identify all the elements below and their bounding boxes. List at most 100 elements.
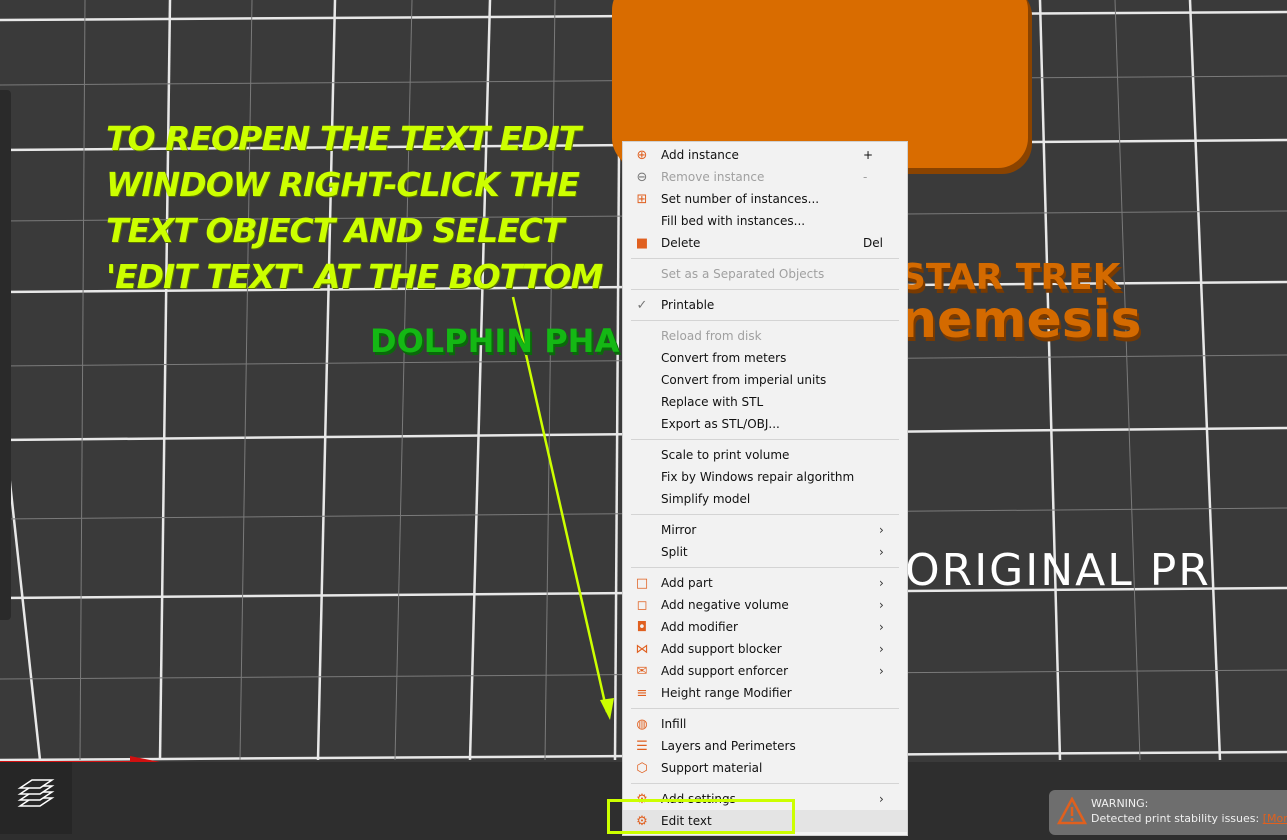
edit-text-highlight-box [607, 799, 795, 834]
menu-item-label: Mirror [661, 523, 697, 537]
menu-item-shortcut: Del [863, 236, 883, 250]
menu-item-label: Export as STL/OBJ... [661, 417, 780, 431]
menu-item-add-negative-volume[interactable]: ◻ Add negative volume › [623, 594, 907, 616]
menu-item-label: Reload from disk [661, 329, 762, 343]
chevron-right-icon: › [879, 620, 884, 634]
menu-item-label: Split [661, 545, 688, 559]
support-enforcer-icon: ✉ [636, 663, 648, 679]
menu-separator [623, 563, 907, 572]
menu-item-simplify-model[interactable]: Simplify model [623, 488, 907, 510]
menu-item-printable[interactable]: ✓ Printable [623, 294, 907, 316]
chevron-right-icon: › [879, 598, 884, 612]
chevron-right-icon: › [879, 523, 884, 537]
menu-item-label: Printable [661, 298, 715, 312]
menu-item-mirror[interactable]: Mirror › [623, 519, 907, 541]
menu-item-infill[interactable]: ◍ Infill [623, 713, 907, 735]
menu-item-label: Simplify model [661, 492, 751, 506]
modifier-icon: ◘ [636, 619, 648, 635]
menu-item-label: Scale to print volume [661, 448, 790, 462]
annotation-text: TO REOPEN THE TEXT EDIT WINDOW RIGHT-CLI… [106, 119, 603, 296]
menu-item-split[interactable]: Split › [623, 541, 907, 563]
warning-more-link[interactable]: [More] [1263, 812, 1287, 825]
warning-message: Detected print stability issues: [1091, 812, 1260, 825]
menu-separator [623, 285, 907, 294]
menu-item-label: Fix by Windows repair algorithm [661, 470, 855, 484]
menu-item-label: Remove instance [661, 170, 765, 184]
menu-item-reload-from-disk: Reload from disk [623, 325, 907, 347]
menu-item-delete[interactable]: ■ Delete Del [623, 232, 907, 254]
menu-item-label: Add support enforcer [661, 664, 789, 678]
menu-item-label: Set number of instances... [661, 192, 820, 206]
support-blocker-icon: ⋈ [635, 641, 649, 657]
menu-item-label: Infill [661, 717, 687, 731]
menu-item-label: Add negative volume [661, 598, 789, 612]
menu-item-add-support-enforcer[interactable]: ✉ Add support enforcer › [623, 660, 907, 682]
context-menu: ⊕ Add instance + ⊖ Remove instance - ⊞ Set numb… [622, 141, 908, 836]
chevron-right-icon: › [879, 642, 884, 656]
menu-item-replace-with-stl[interactable]: Replace with STL [623, 391, 907, 413]
menu-item-label: Fill bed with instances... [661, 214, 806, 228]
menu-item-label: Height range Modifier [661, 686, 792, 700]
menu-item-label: Set as a Separated Objects [661, 267, 825, 281]
layers-icon [17, 779, 55, 807]
chevron-right-icon: › [879, 792, 884, 806]
infill-icon: ◍ [636, 716, 648, 732]
add-part-icon: □ [635, 575, 649, 591]
menu-item-label: Layers and Perimeters [661, 739, 796, 753]
menu-item-label: Convert from meters [661, 351, 787, 365]
menu-separator [623, 435, 907, 444]
minus-circle-icon: ⊖ [636, 169, 648, 185]
menu-separator [623, 779, 907, 788]
chevron-right-icon: › [879, 576, 884, 590]
menu-item-export-as-stl-obj[interactable]: Export as STL/OBJ... [623, 413, 907, 435]
negative-volume-icon: ◻ [636, 597, 648, 613]
support-material-icon: ⬡ [636, 760, 648, 776]
menu-item-set-number-of-instances[interactable]: ⊞ Set number of instances... [623, 188, 907, 210]
menu-item-add-modifier[interactable]: ◘ Add modifier › [623, 616, 907, 638]
menu-item-label: Delete [661, 236, 701, 250]
chevron-right-icon: › [879, 545, 884, 559]
menu-separator [623, 704, 907, 713]
warning-title: WARNING: [1091, 797, 1149, 810]
menu-item-label: Replace with STL [661, 395, 764, 409]
menu-item-scale-to-print-volume[interactable]: Scale to print volume [623, 444, 907, 466]
layers-view-button[interactable] [0, 762, 72, 834]
menu-separator [623, 510, 907, 519]
dolphin-text-object[interactable]: DOLPHIN PHA [370, 322, 619, 360]
check-icon: ✓ [636, 297, 648, 313]
menu-separator [623, 254, 907, 263]
startrek-line2: nemesis [900, 290, 1142, 350]
menu-item-fix-by-windows-repair-algorithm[interactable]: Fix by Windows repair algorithm [623, 466, 907, 488]
menu-item-label: Add modifier [661, 620, 738, 634]
menu-item-convert-from-meters[interactable]: Convert from meters [623, 347, 907, 369]
original-text-object[interactable]: ORIGINAL PR [905, 545, 1211, 596]
plus-circle-icon: ⊕ [636, 147, 648, 163]
trash-icon: ■ [635, 235, 649, 251]
menu-separator [623, 316, 907, 325]
menu-item-label: Add instance [661, 148, 739, 162]
chevron-right-icon: › [879, 664, 884, 678]
layers-icon: ☰ [636, 738, 648, 754]
height-range-icon: ≡ [636, 685, 648, 701]
menu-item-convert-from-imperial-units[interactable]: Convert from imperial units [623, 369, 907, 391]
menu-item-shortcut: + [863, 148, 874, 162]
menu-item-layers-and-perimeters[interactable]: ☰ Layers and Perimeters [623, 735, 907, 757]
menu-item-add-instance[interactable]: ⊕ Add instance + [623, 144, 907, 166]
menu-item-label: Add part [661, 576, 713, 590]
menu-item-set-as-a-separated-objects: Set as a Separated Objects [623, 263, 907, 285]
menu-item-add-support-blocker[interactable]: ⋈ Add support blocker › [623, 638, 907, 660]
instances-icon: ⊞ [636, 191, 648, 207]
warning-notification: WARNING: Detected print stability issues… [1049, 790, 1287, 835]
startrek-text-object[interactable]: STAR TREK nemesis [900, 258, 1142, 350]
menu-item-label: Convert from imperial units [661, 373, 827, 387]
menu-item-remove-instance: ⊖ Remove instance - [623, 166, 907, 188]
menu-item-label: Support material [661, 761, 763, 775]
menu-item-fill-bed-with-instances[interactable]: Fill bed with instances... [623, 210, 907, 232]
menu-item-add-part[interactable]: □ Add part › [623, 572, 907, 594]
menu-item-height-range-modifier[interactable]: ≡ Height range Modifier [623, 682, 907, 704]
menu-item-shortcut: - [863, 170, 868, 184]
left-panel-edge [0, 90, 11, 620]
menu-item-support-material[interactable]: ⬡ Support material [623, 757, 907, 779]
menu-item-label: Add support blocker [661, 642, 782, 656]
warning-icon [1057, 797, 1087, 825]
